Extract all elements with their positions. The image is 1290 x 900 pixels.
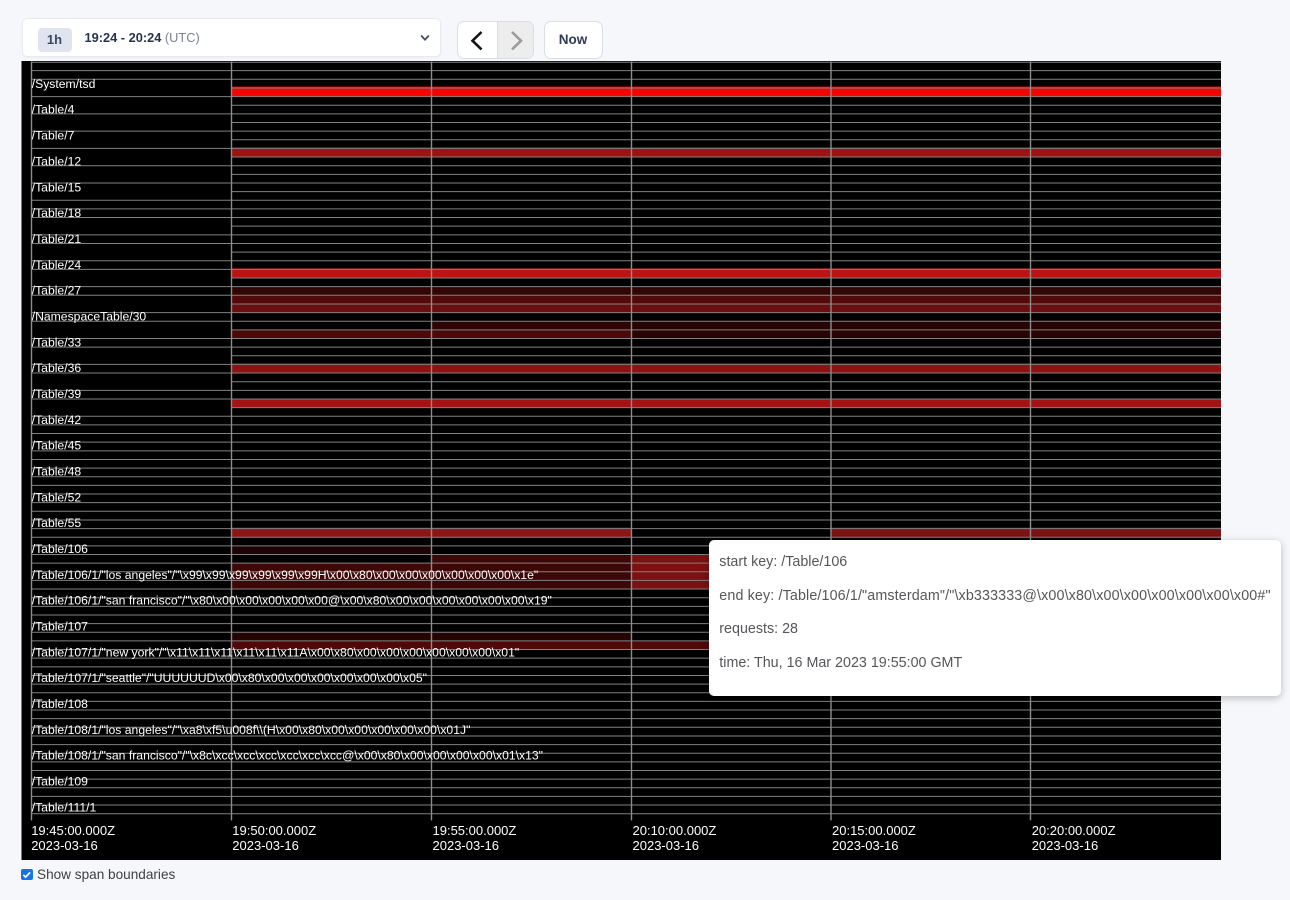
- svg-text:/Table/108/1/"san francisco"/": /Table/108/1/"san francisco"/"\x8c\xcc\x…: [32, 749, 543, 763]
- svg-text:/Table/107/1/"new york"/"\x11\: /Table/107/1/"new york"/"\x11\x11\x11\x1…: [32, 645, 520, 659]
- svg-text:/Table/39: /Table/39: [32, 387, 82, 401]
- svg-text:/Table/108: /Table/108: [32, 697, 88, 711]
- svg-text:/Table/107: /Table/107: [32, 620, 88, 634]
- svg-text:20:15:00.000Z: 20:15:00.000Z: [832, 823, 916, 838]
- svg-text:19:50:00.000Z: 19:50:00.000Z: [232, 823, 316, 838]
- svg-text:/Table/48: /Table/48: [32, 465, 82, 479]
- svg-text:/Table/106/1/"los angeles"/"\x: /Table/106/1/"los angeles"/"\x99\x99\x99…: [32, 568, 538, 582]
- svg-text:20:10:00.000Z: 20:10:00.000Z: [633, 823, 717, 838]
- svg-text:/Table/111/1: /Table/111/1: [32, 800, 97, 814]
- svg-text:/Table/15: /Table/15: [32, 180, 82, 194]
- svg-text:/Table/12: /Table/12: [32, 154, 82, 168]
- svg-text:2023-03-16: 2023-03-16: [832, 838, 899, 853]
- svg-text:/Table/55: /Table/55: [32, 516, 82, 530]
- svg-text:/Table/108/1/"los angeles"/"\x: /Table/108/1/"los angeles"/"\xa8\xf5\u00…: [32, 723, 471, 737]
- svg-text:2023-03-16: 2023-03-16: [1032, 838, 1099, 853]
- svg-text:2023-03-16: 2023-03-16: [433, 838, 500, 853]
- svg-text:2023-03-16: 2023-03-16: [31, 838, 98, 853]
- svg-text:/Table/18: /Table/18: [32, 206, 82, 220]
- svg-text:/Table/45: /Table/45: [32, 439, 82, 453]
- svg-text:/System/tsd: /System/tsd: [32, 77, 96, 91]
- svg-text:19:45:00.000Z: 19:45:00.000Z: [31, 823, 115, 838]
- svg-text:/Table/106/1/"san francisco"/": /Table/106/1/"san francisco"/"\x80\x00\x…: [32, 594, 552, 608]
- svg-text:/NamespaceTable/30: /NamespaceTable/30: [32, 310, 147, 324]
- svg-text:/Table/107/1/"seattle"/"UUUUUU: /Table/107/1/"seattle"/"UUUUUUD\x00\x80\…: [32, 671, 427, 685]
- svg-text:/Table/21: /Table/21: [32, 232, 82, 246]
- svg-text:19:55:00.000Z: 19:55:00.000Z: [433, 823, 517, 838]
- svg-text:2023-03-16: 2023-03-16: [633, 838, 700, 853]
- svg-text:/Table/7: /Table/7: [32, 129, 75, 143]
- svg-text:/Table/27: /Table/27: [32, 284, 82, 298]
- svg-text:/Table/4: /Table/4: [32, 103, 75, 117]
- svg-text:/Table/106: /Table/106: [32, 542, 88, 556]
- svg-text:20:20:00.000Z: 20:20:00.000Z: [1032, 823, 1116, 838]
- svg-text:/Table/24: /Table/24: [32, 258, 82, 272]
- svg-text:/Table/52: /Table/52: [32, 490, 82, 504]
- svg-text:/Table/42: /Table/42: [32, 413, 82, 427]
- svg-text:2023-03-16: 2023-03-16: [232, 838, 298, 853]
- svg-text:/Table/109: /Table/109: [32, 775, 88, 789]
- svg-text:/Table/36: /Table/36: [32, 361, 82, 375]
- svg-text:/Table/33: /Table/33: [32, 335, 82, 349]
